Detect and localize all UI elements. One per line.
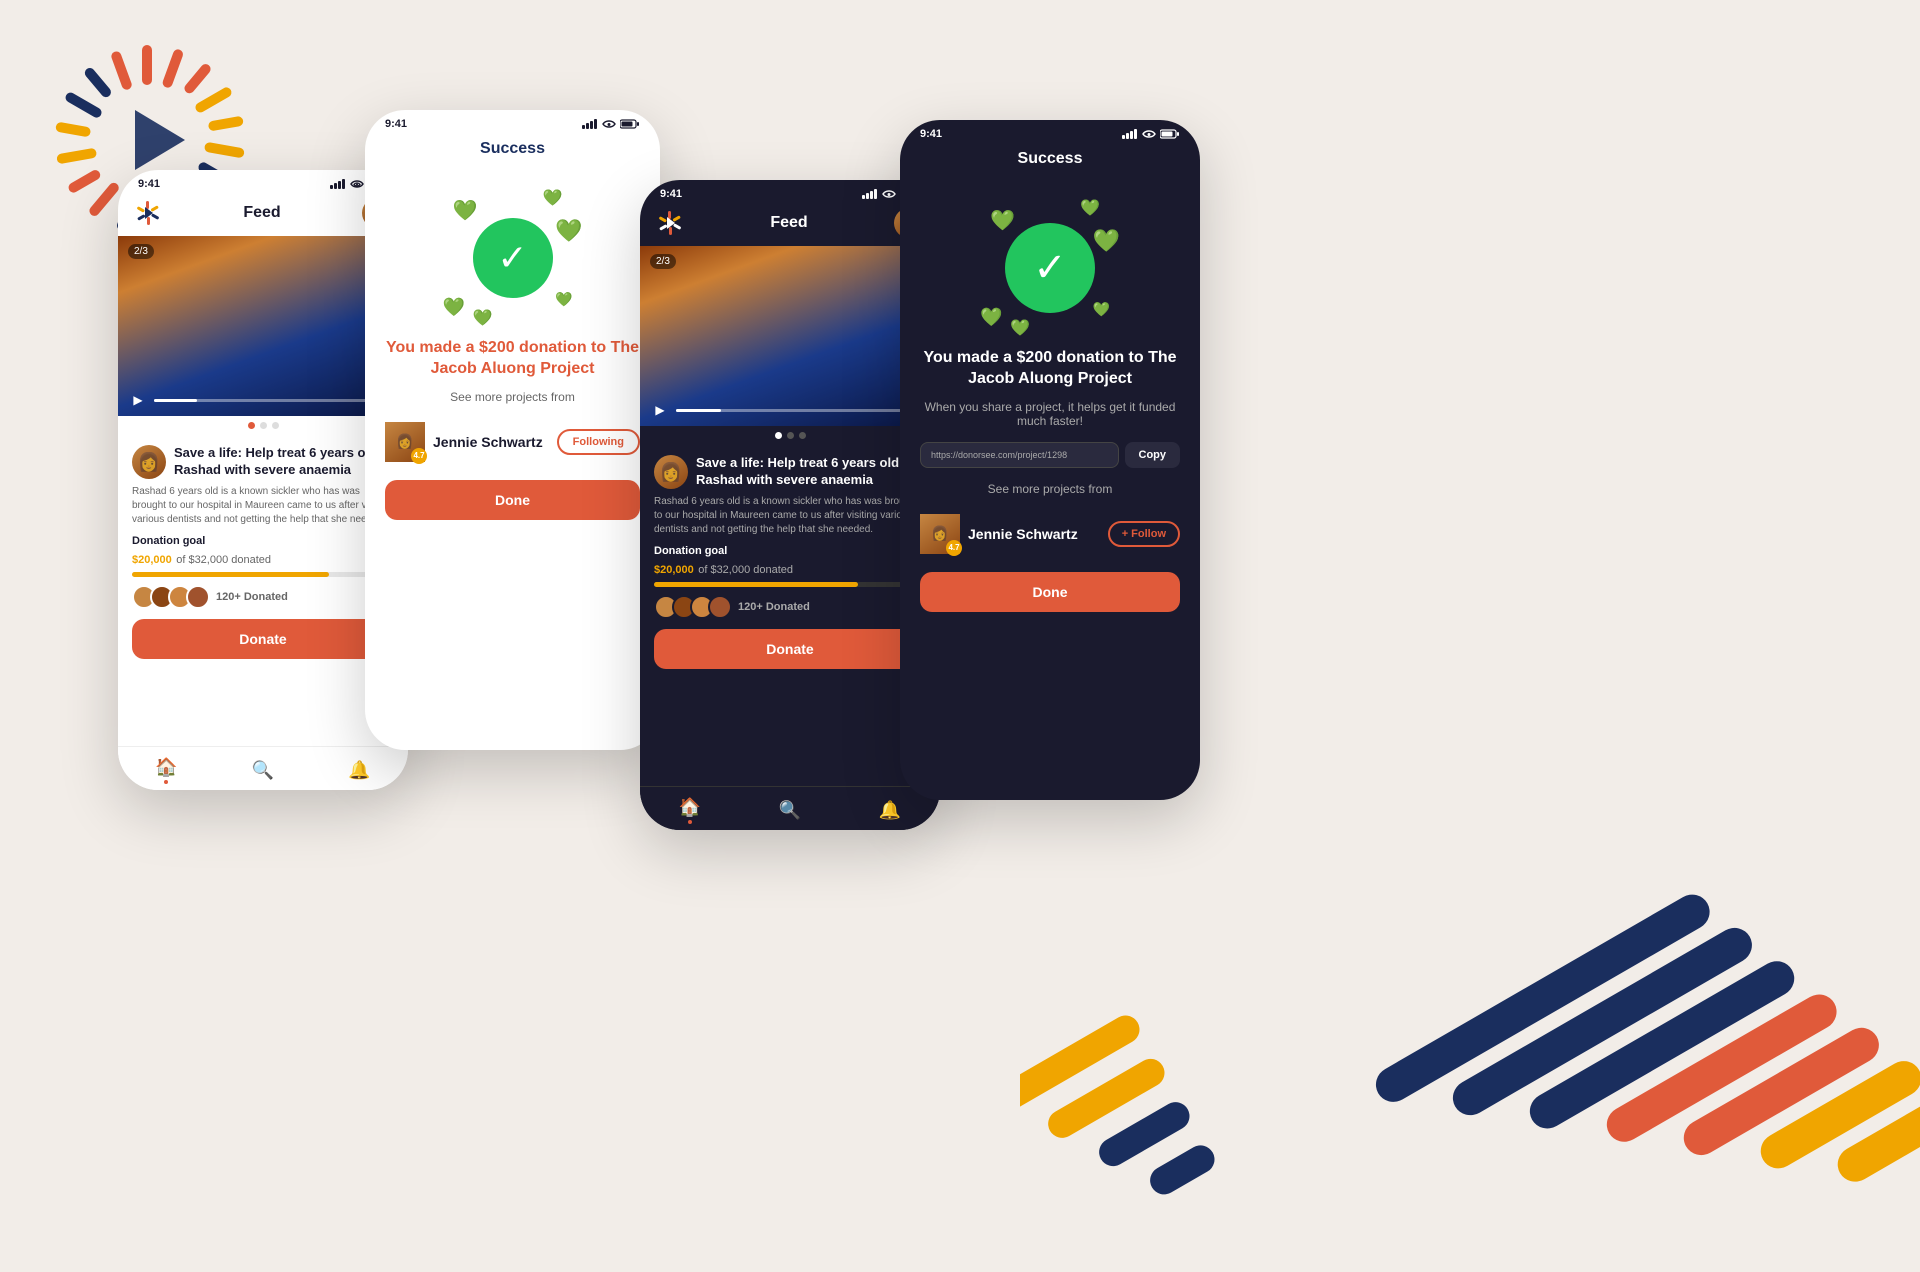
backers-count-1: 120+ Donated	[216, 591, 288, 603]
success-screen-4: 💚 💚 💚 💚 💚 💚 ✓ You made a $200 donation t…	[900, 178, 1200, 612]
nav-bell-3[interactable]: 🔔	[879, 800, 901, 821]
status-bar-3: 9:41	[640, 180, 940, 204]
success-check-area-2: 💚 💚 💚 💚 💚 💚 ✓	[433, 188, 593, 328]
success-check-area-4: 💚 💚 💚 💚 💚 💚 ✓	[970, 198, 1130, 338]
status-bar-4: 9:41	[900, 120, 1200, 144]
bottom-nav-3: 🏠 🔍 🔔	[640, 786, 940, 830]
video-badge-3: 2/3	[650, 254, 676, 269]
phone-3-dark-feed: 9:41	[640, 180, 940, 830]
dot-active-3	[775, 432, 782, 439]
charity-row-4: 👩 4.7 Jennie Schwartz + Follow	[920, 506, 1180, 562]
backers-row-1: 120+ Donated	[132, 585, 394, 609]
phone-4-dark-success: 9:41 Success 💚 💚 💚 💚 💚	[900, 120, 1200, 800]
status-time-2: 9:41	[385, 118, 407, 130]
done-button-4[interactable]: Done	[920, 572, 1180, 612]
play-btn-1[interactable]: ▶	[128, 390, 148, 410]
success-title-2: You made a $200 donation to The Jacob Al…	[385, 338, 640, 380]
charity-info-4: 👩 4.7 Jennie Schwartz	[920, 514, 1078, 554]
amount-goal-3: of $32,000 donated	[698, 564, 793, 576]
share-url-4: https://donorsee.com/project/1298	[920, 442, 1119, 468]
success-title-4: You made a $200 donation to The Jacob Al…	[920, 348, 1180, 390]
backers-count-3: 120+ Donated	[738, 601, 810, 613]
nav-home-3[interactable]: 🏠	[679, 797, 701, 824]
success-screen-2: 💚 💚 💚 💚 💚 💚 ✓ You made a $200 donation t…	[365, 168, 660, 520]
phones-showcase: 9:41	[0, 100, 1920, 1272]
copy-button-4[interactable]: Copy	[1125, 442, 1181, 468]
progress-fill-3	[654, 582, 858, 587]
amount-raised-1: $20,000	[132, 554, 172, 566]
nav-title-1: Feed	[243, 204, 280, 222]
project-title-1: Save a life: Help treat 6 years old Rash…	[174, 445, 394, 479]
status-bar-2: 9:41	[365, 110, 660, 134]
nav-title-2: Success	[365, 134, 660, 168]
dot-3b	[787, 432, 794, 439]
slide-dots-3	[640, 426, 940, 445]
nav-title-4: Success	[900, 144, 1200, 178]
nav-home-1[interactable]: 🏠	[155, 757, 177, 784]
profile-avatar-3: 👩	[654, 455, 688, 489]
bottom-nav-1: 🏠 🔍 🔔	[118, 746, 408, 790]
status-time-3: 9:41	[660, 188, 682, 200]
backer-av-4	[186, 585, 210, 609]
donate-button-3[interactable]: Donate	[654, 629, 926, 669]
amount-raised-3: $20,000	[654, 564, 694, 576]
charity-row-2: 👩 4.7 Jennie Schwartz Following	[385, 414, 640, 470]
dot-active-1	[248, 422, 255, 429]
phone-2-light-success: 9:41 Success 💚 💚 💚 💚 💚	[365, 110, 660, 750]
donate-button-1[interactable]: Donate	[132, 619, 394, 659]
progress-bar-3	[676, 409, 901, 412]
profile-row-1: 👩 Save a life: Help treat 6 years old Ra…	[132, 445, 394, 479]
charity-avatar-4: 👩 4.7	[920, 514, 960, 554]
backer-avatars-1	[132, 585, 210, 609]
charity-rating-2: 4.7	[411, 448, 427, 464]
dot-2	[260, 422, 267, 429]
video-area-3[interactable]: 2/3 ▶ 36:44	[640, 246, 940, 426]
share-subtitle-4: When you share a project, it helps get i…	[920, 400, 1180, 428]
success-check-circle-4: ✓	[1005, 223, 1095, 313]
progress-track-1	[132, 572, 394, 577]
play-btn-3[interactable]: ▶	[650, 400, 670, 420]
backer-avatars-3	[654, 595, 732, 619]
status-time-1: 9:41	[138, 178, 160, 190]
donation-goal-label-3: Donation goal	[654, 545, 926, 557]
following-button-2[interactable]: Following	[557, 429, 640, 455]
nav-logo-3	[656, 209, 684, 237]
see-more-label-4: See more projects from	[988, 482, 1113, 496]
nav-search-1[interactable]: 🔍	[252, 760, 274, 781]
donation-amounts-1: $20,000 of $32,000 donated 75%	[132, 550, 394, 568]
progress-bar-1	[154, 399, 369, 402]
done-button-2[interactable]: Done	[385, 480, 640, 520]
nav-title-3: Feed	[770, 214, 807, 232]
project-desc-1: Rashad 6 years old is a known sickler wh…	[132, 485, 394, 527]
donation-amounts-3: $20,000 of $32,000 donated 75%	[654, 560, 926, 578]
dot-3	[272, 422, 279, 429]
success-check-circle-2: ✓	[473, 218, 553, 298]
see-more-label-2: See more projects from	[450, 390, 575, 404]
status-time-4: 9:41	[920, 128, 942, 140]
charity-rating-4: 4.7	[946, 540, 962, 556]
profile-avatar-1: 👩	[132, 445, 166, 479]
progress-fill-1	[132, 572, 329, 577]
dot-3c	[799, 432, 806, 439]
donation-goal-label-1: Donation goal	[132, 535, 394, 547]
nav-bar-3: Feed 👤	[640, 204, 940, 246]
charity-info-2: 👩 4.7 Jennie Schwartz	[385, 422, 543, 462]
amount-goal-1: of $32,000 donated	[176, 554, 271, 566]
nav-search-3[interactable]: 🔍	[779, 800, 801, 821]
profile-row-3: 👩 Save a life: Help treat 6 years old Ra…	[654, 455, 926, 489]
backer-av-3d	[708, 595, 732, 619]
charity-name-2: Jennie Schwartz	[433, 434, 543, 450]
project-title-3: Save a life: Help treat 6 years old Rash…	[696, 455, 926, 489]
follow-button-4[interactable]: + Follow	[1108, 521, 1180, 547]
nav-bell-1[interactable]: 🔔	[348, 760, 370, 781]
charity-avatar-2: 👩 4.7	[385, 422, 425, 462]
progress-track-3	[654, 582, 926, 587]
charity-name-4: Jennie Schwartz	[968, 526, 1078, 542]
share-link-box-4: https://donorsee.com/project/1298 Copy	[920, 442, 1180, 468]
backers-row-3: 120+ Donated	[654, 595, 926, 619]
video-badge-1: 2/3	[128, 244, 154, 259]
nav-logo-1	[134, 199, 162, 227]
project-desc-3: Rashad 6 years old is a known sickler wh…	[654, 495, 926, 537]
